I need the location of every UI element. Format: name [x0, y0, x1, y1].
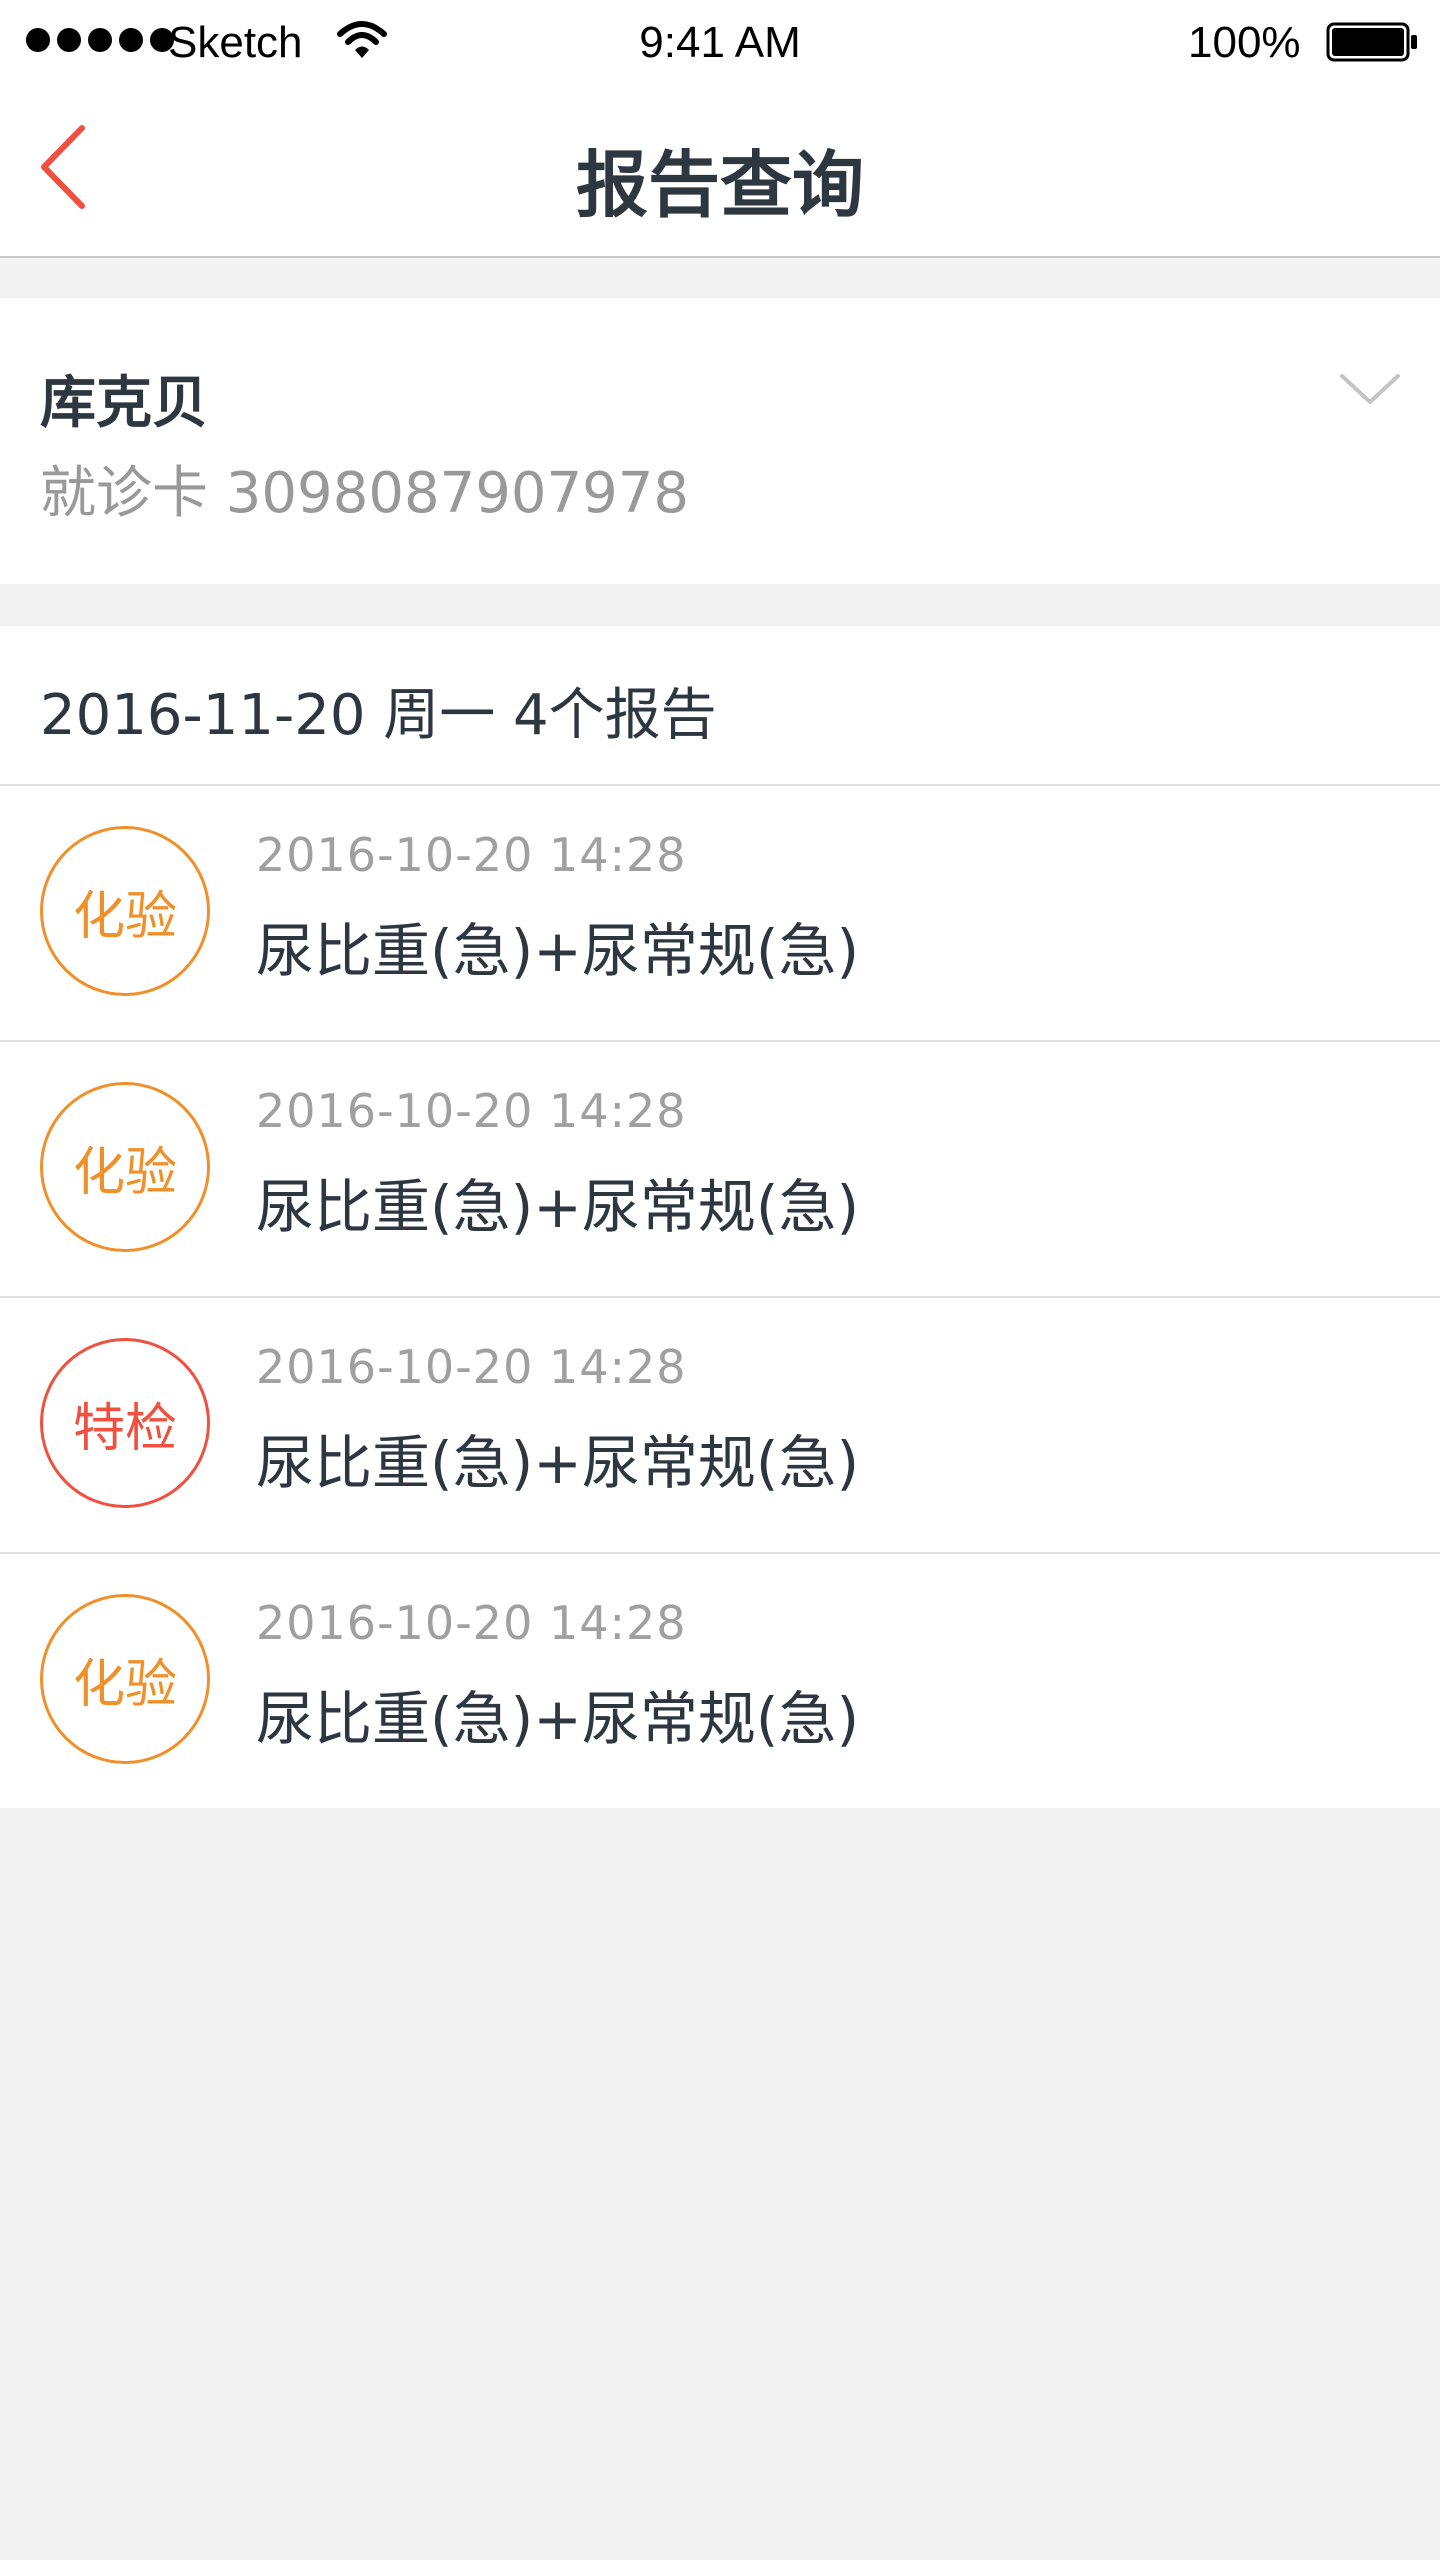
report-row[interactable]: 化验 2016-10-20 14:28 尿比重(急)+尿常规(急) — [0, 786, 1440, 1042]
report-time: 2016-10-20 14:28 — [256, 1084, 687, 1138]
report-title: 尿比重(急)+尿常规(急) — [256, 917, 860, 985]
report-query-screen: Sketch 9:41 AM 100% 报告查询 库克贝 就诊卡 3098087… — [0, 0, 1440, 2560]
report-time: 2016-10-20 14:28 — [256, 1340, 687, 1394]
battery-icon — [1326, 22, 1417, 62]
patient-selector[interactable]: 库克贝 就诊卡 3098087907978 — [0, 298, 1440, 584]
report-time: 2016-10-20 14:28 — [256, 828, 687, 882]
report-type-badge: 特检 — [40, 1338, 210, 1508]
report-list: 2016-11-20 周一 4个报告 化验 2016-10-20 14:28 尿… — [0, 626, 1440, 1808]
navigation-bar: 报告查询 — [0, 82, 1440, 258]
report-title: 尿比重(急)+尿常规(急) — [256, 1685, 860, 1753]
report-type-badge: 化验 — [40, 1594, 210, 1764]
report-row[interactable]: 特检 2016-10-20 14:28 尿比重(急)+尿常规(急) — [0, 1298, 1440, 1554]
chevron-down-icon[interactable] — [1338, 370, 1402, 410]
report-row[interactable]: 化验 2016-10-20 14:28 尿比重(急)+尿常规(急) — [0, 1554, 1440, 1808]
report-row[interactable]: 化验 2016-10-20 14:28 尿比重(急)+尿常规(急) — [0, 1042, 1440, 1298]
report-type-badge: 化验 — [40, 826, 210, 996]
status-bar: Sketch 9:41 AM 100% — [0, 0, 1440, 82]
report-time: 2016-10-20 14:28 — [256, 1596, 687, 1650]
battery-percentage: 100% — [1188, 18, 1301, 67]
medical-card-number: 就诊卡 3098087907978 — [40, 461, 689, 526]
page-title: 报告查询 — [575, 143, 864, 227]
report-title: 尿比重(急)+尿常规(急) — [256, 1429, 860, 1497]
patient-name: 库克贝 — [40, 371, 208, 436]
report-title: 尿比重(急)+尿常规(急) — [256, 1173, 860, 1241]
report-group-header: 2016-11-20 周一 4个报告 — [0, 626, 1440, 786]
report-group-date: 2016-11-20 周一 4个报告 — [40, 683, 717, 748]
report-type-badge: 化验 — [40, 1082, 210, 1252]
